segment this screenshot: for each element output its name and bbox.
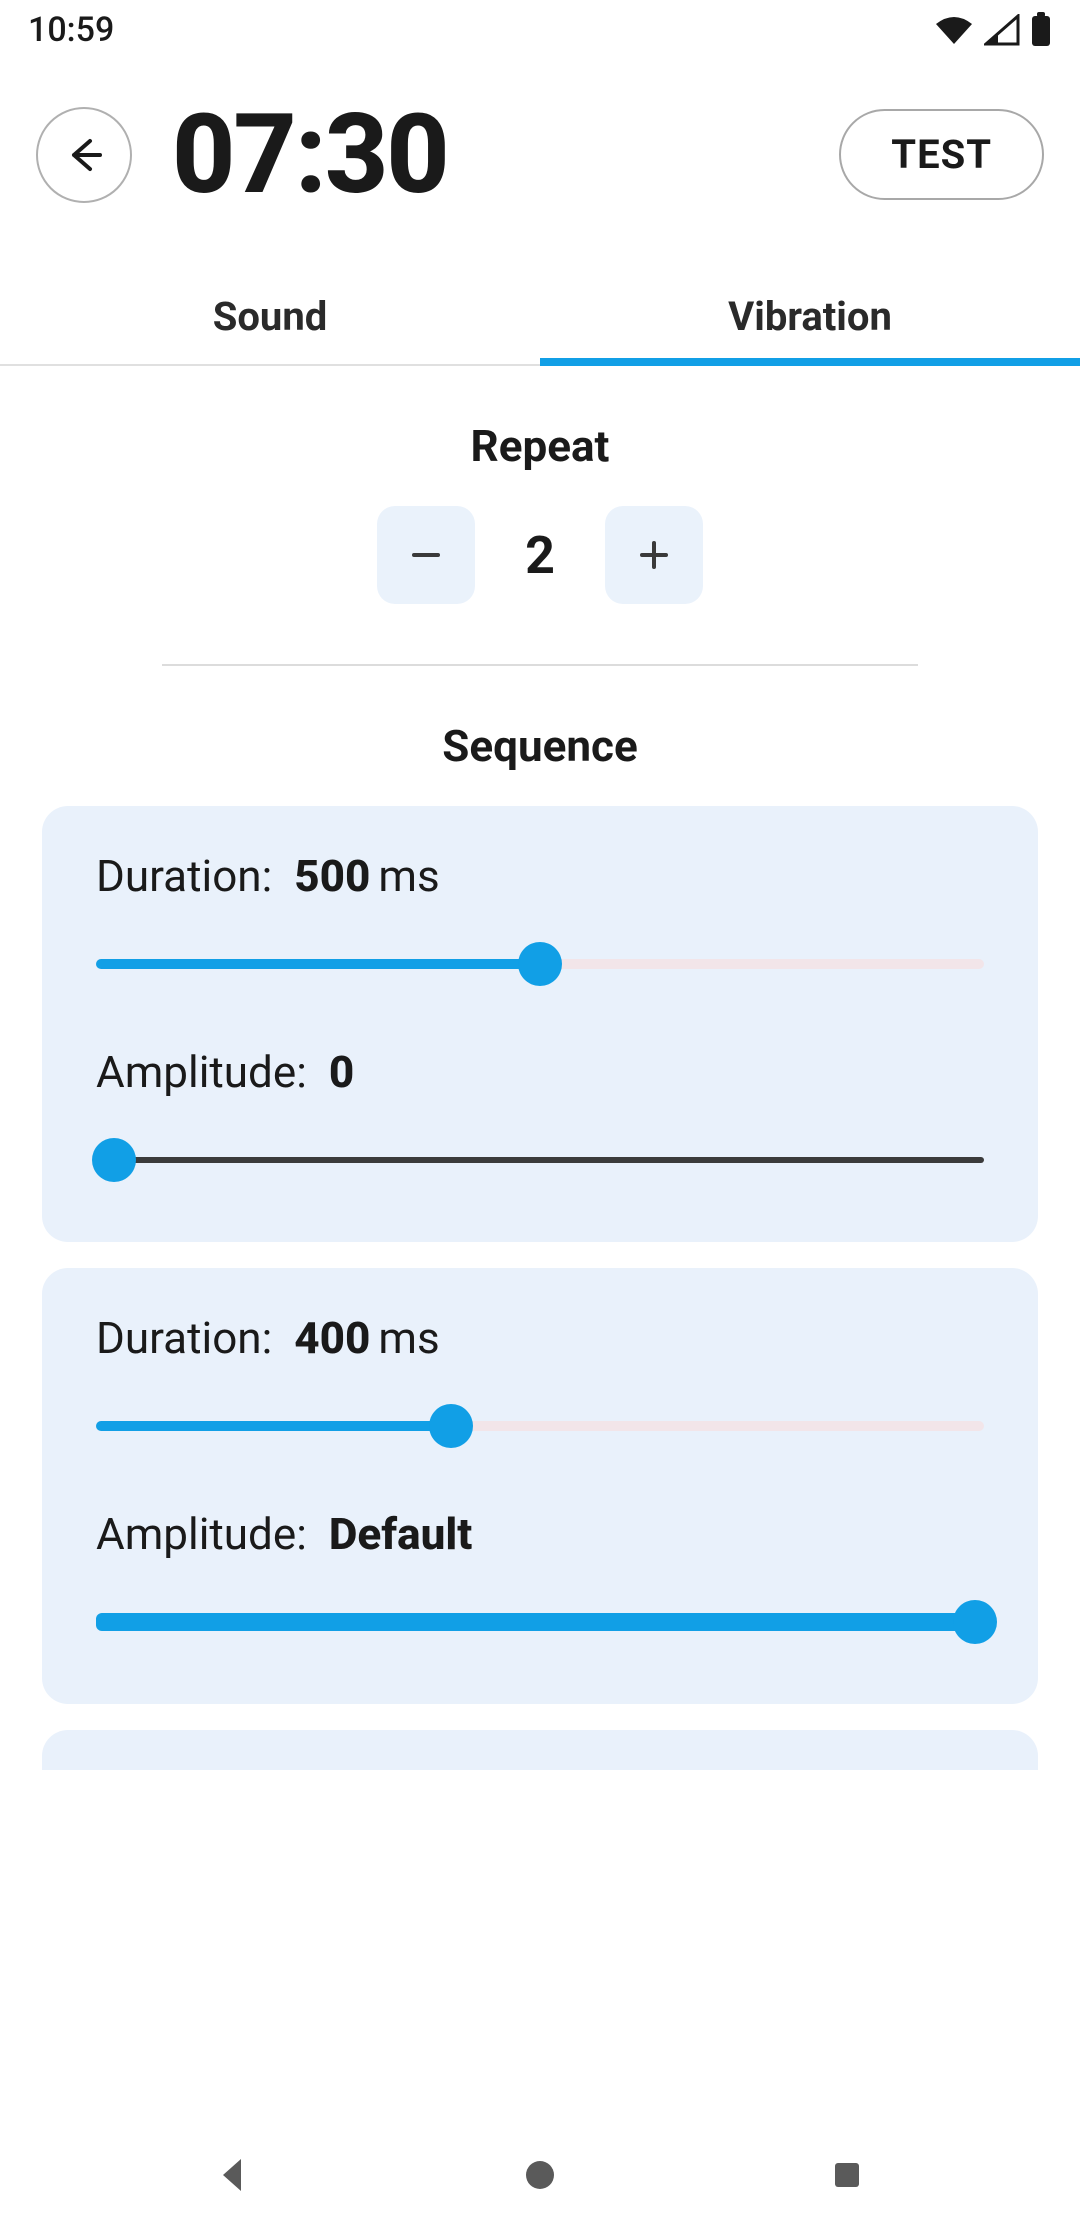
tab-sound[interactable]: Sound	[0, 269, 540, 364]
amplitude-row: Amplitude: 0	[96, 1046, 984, 1098]
nav-home-icon[interactable]	[518, 2153, 562, 2197]
tabs: Sound Vibration	[0, 269, 1080, 366]
status-clock: 10:59	[28, 10, 114, 50]
sequence-card: Duration: 500 ms Amplitude: 0	[42, 806, 1038, 1242]
signal-icon	[984, 14, 1020, 46]
status-bar: 10:59	[0, 0, 1080, 60]
slider-track	[96, 1157, 984, 1163]
amplitude-label: Amplitude:	[96, 1508, 307, 1560]
slider-thumb[interactable]	[518, 942, 562, 986]
nav-recent-icon[interactable]	[825, 2153, 869, 2197]
battery-icon	[1030, 12, 1052, 48]
back-button[interactable]	[36, 107, 132, 203]
duration-row: Duration: 500 ms	[96, 850, 984, 902]
repeat-decrement-button[interactable]	[377, 506, 475, 604]
slider-fill	[96, 1613, 975, 1631]
slider-thumb[interactable]	[429, 1404, 473, 1448]
nav-back-icon[interactable]	[211, 2153, 255, 2197]
repeat-title: Repeat	[42, 420, 1038, 472]
divider	[162, 664, 918, 666]
duration-unit: ms	[378, 1312, 439, 1364]
duration-value: 400	[294, 1312, 370, 1364]
duration-unit: ms	[378, 850, 439, 902]
tab-vibration[interactable]: Vibration	[540, 269, 1080, 364]
plus-icon	[634, 535, 674, 575]
content: Repeat 2 Sequence Duration: 500 ms Ampli…	[0, 366, 1080, 1770]
duration-label: Duration:	[96, 850, 272, 902]
slider-fill	[96, 1421, 451, 1431]
arrow-left-icon	[62, 133, 106, 177]
duration-row: Duration: 400 ms	[96, 1312, 984, 1364]
duration-slider[interactable]	[96, 1404, 984, 1448]
amplitude-value: Default	[329, 1508, 472, 1560]
slider-fill	[96, 959, 540, 969]
status-icons	[934, 12, 1052, 48]
android-nav-bar	[0, 2130, 1080, 2220]
amplitude-label: Amplitude:	[96, 1046, 307, 1098]
minus-icon	[406, 535, 446, 575]
header: 07:30 TEST	[0, 60, 1080, 269]
sequence-card-peek	[42, 1730, 1038, 1770]
duration-value: 500	[294, 850, 370, 902]
slider-thumb[interactable]	[92, 1138, 136, 1182]
wifi-icon	[934, 14, 974, 46]
repeat-stepper: 2	[42, 506, 1038, 604]
alarm-time: 07:30	[172, 90, 799, 219]
test-button[interactable]: TEST	[839, 109, 1044, 200]
sequence-title: Sequence	[42, 720, 1038, 772]
amplitude-value: 0	[329, 1046, 354, 1098]
amplitude-slider[interactable]	[96, 1138, 984, 1182]
amplitude-slider[interactable]	[96, 1600, 984, 1644]
repeat-value: 2	[515, 525, 565, 586]
slider-thumb[interactable]	[953, 1600, 997, 1644]
amplitude-row: Amplitude: Default	[96, 1508, 984, 1560]
duration-slider[interactable]	[96, 942, 984, 986]
sequence-card: Duration: 400 ms Amplitude: Default	[42, 1268, 1038, 1704]
duration-label: Duration:	[96, 1312, 272, 1364]
repeat-increment-button[interactable]	[605, 506, 703, 604]
